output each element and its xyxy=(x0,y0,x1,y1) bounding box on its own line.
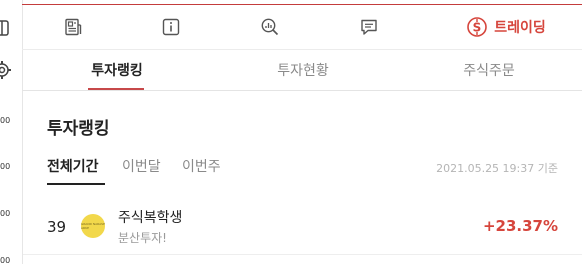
avatar-logo-text: GRAND NARASE ARKE xyxy=(81,222,105,230)
toolbar: S 트레이딩 xyxy=(22,5,582,50)
trading-dollar-icon: S xyxy=(467,17,488,37)
section-title: 투자랭킹 xyxy=(47,119,110,139)
news-button[interactable] xyxy=(60,5,86,49)
return-rate: +23.37% xyxy=(482,217,558,235)
chat-button[interactable] xyxy=(356,5,382,49)
info-icon xyxy=(162,18,180,36)
settings-gear-icon[interactable] xyxy=(0,60,12,80)
period-filter-all[interactable]: 전체기간 xyxy=(47,156,99,176)
ranking-row[interactable]: 39 GRAND NARASE ARKE 주식복학생 분산투자! +23.37% xyxy=(23,198,582,255)
period-filter-month[interactable]: 이번달 xyxy=(122,156,161,176)
tab-bar: 투자랭킹 투자현황 주식주문 xyxy=(22,50,582,91)
user-name: 주식복학생 xyxy=(118,210,183,226)
axis-tick: 00 xyxy=(0,209,11,218)
update-timestamp: 2021.05.25 19:37 기준 xyxy=(436,162,558,175)
trading-button[interactable]: S 트레이딩 xyxy=(456,5,556,49)
tab-investment-ranking[interactable]: 투자랭킹 xyxy=(47,50,187,90)
left-side-panel: 00 00 00 00 xyxy=(0,0,23,264)
info-button[interactable] xyxy=(158,5,184,49)
avatar: GRAND NARASE ARKE xyxy=(81,214,105,238)
axis-tick: 00 xyxy=(0,256,11,264)
news-icon xyxy=(65,18,82,36)
trading-label: 트레이딩 xyxy=(494,20,546,36)
panel-toggle-icon[interactable] xyxy=(0,18,12,38)
active-tab-indicator xyxy=(88,88,144,90)
axis-tick: 00 xyxy=(0,116,11,125)
user-subtitle: 분산투자! xyxy=(118,231,167,245)
active-period-indicator xyxy=(47,183,105,185)
tab-stock-order[interactable]: 주식주문 xyxy=(419,50,559,90)
period-filter-week[interactable]: 이번주 xyxy=(182,156,221,176)
analysis-icon xyxy=(261,18,279,36)
rank-number: 39 xyxy=(47,218,67,236)
axis-tick: 00 xyxy=(0,162,11,171)
analysis-button[interactable] xyxy=(257,5,283,49)
chat-icon xyxy=(361,19,377,35)
tab-investment-status[interactable]: 투자현황 xyxy=(233,50,373,90)
